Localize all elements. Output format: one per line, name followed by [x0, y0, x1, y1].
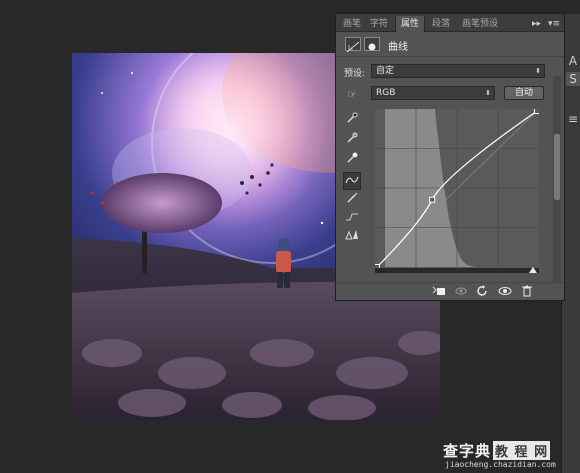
- panel-menu-icon[interactable]: ▾≡: [548, 16, 560, 32]
- preset-value: 自定: [376, 66, 395, 76]
- view-previous-state-icon[interactable]: [454, 285, 468, 299]
- tab-brush-presets[interactable]: 画笔预设: [457, 16, 503, 32]
- watermark-box: 教 程 网: [493, 441, 551, 460]
- channel-dropdown[interactable]: RGB ⬍: [371, 86, 495, 100]
- sample-in-image-black-icon[interactable]: [343, 112, 361, 130]
- photoshop-workspace: A S ≡ 画笔 字符 属性 段落 画笔预设 ▸▸ ▾≡ 曲线 预设: 自定 ⬍: [0, 0, 580, 473]
- curves-graph[interactable]: [374, 108, 540, 273]
- dropdown-arrow-icon: ⬍: [485, 89, 491, 97]
- adjustment-title: 曲线: [388, 42, 408, 53]
- strip-glyph[interactable]: A: [566, 54, 580, 68]
- channel-value: RGB: [376, 88, 396, 98]
- smooth-curve-icon[interactable]: [343, 210, 361, 228]
- auto-button[interactable]: 自动: [504, 86, 544, 100]
- scrollbar-thumb[interactable]: [554, 134, 560, 200]
- tab-properties[interactable]: 属性: [395, 16, 425, 32]
- curves-graph-svg: [374, 108, 540, 273]
- toggle-visibility-icon[interactable]: [498, 285, 512, 299]
- delete-icon[interactable]: [520, 285, 534, 299]
- tab-brush[interactable]: 画笔: [340, 16, 364, 32]
- strip-glyph[interactable]: ≡: [566, 112, 580, 126]
- sample-in-image-gray-icon[interactable]: [343, 132, 361, 150]
- tab-character[interactable]: 字符: [366, 16, 392, 32]
- clip-to-layer-icon[interactable]: [432, 285, 446, 299]
- preset-dropdown[interactable]: 自定 ⬍: [371, 64, 545, 78]
- curve-control-point[interactable]: [534, 108, 540, 114]
- draw-curve-icon[interactable]: [343, 192, 361, 210]
- panel-footer: [336, 282, 564, 300]
- layer-mask-icon[interactable]: [364, 37, 380, 51]
- panel-tab-bar: 画笔 字符 属性 段落 画笔预设 ▸▸ ▾≡: [336, 14, 564, 32]
- preset-label: 预设:: [344, 69, 366, 79]
- edit-points-curve-icon[interactable]: [343, 172, 361, 190]
- strip-glyph[interactable]: S: [566, 72, 580, 86]
- tab-paragraph[interactable]: 段落: [428, 16, 454, 32]
- watermark-url: jiaocheng.chazidian.com: [445, 460, 556, 469]
- curves-adjustment-icon: [345, 37, 361, 53]
- panel-scrollbar[interactable]: [553, 76, 561, 298]
- adjustment-header: 曲线: [336, 33, 564, 57]
- reset-icon[interactable]: [476, 285, 490, 299]
- collapse-panel-icon[interactable]: ▸▸: [532, 16, 541, 32]
- targeted-adjustment-hand-icon[interactable]: ☞: [343, 86, 361, 104]
- watermark-left: 查字典: [443, 442, 492, 460]
- sample-in-image-white-icon[interactable]: [343, 152, 361, 170]
- watermark-title: 查字典教 程 网: [443, 440, 551, 461]
- dropdown-arrow-icon: ⬍: [535, 67, 541, 75]
- curve-control-point[interactable]: [429, 196, 436, 203]
- clipping-warning-icon[interactable]: [343, 228, 361, 246]
- site-watermark: 查字典教 程 网 jiaocheng.chazidian.com: [443, 440, 580, 473]
